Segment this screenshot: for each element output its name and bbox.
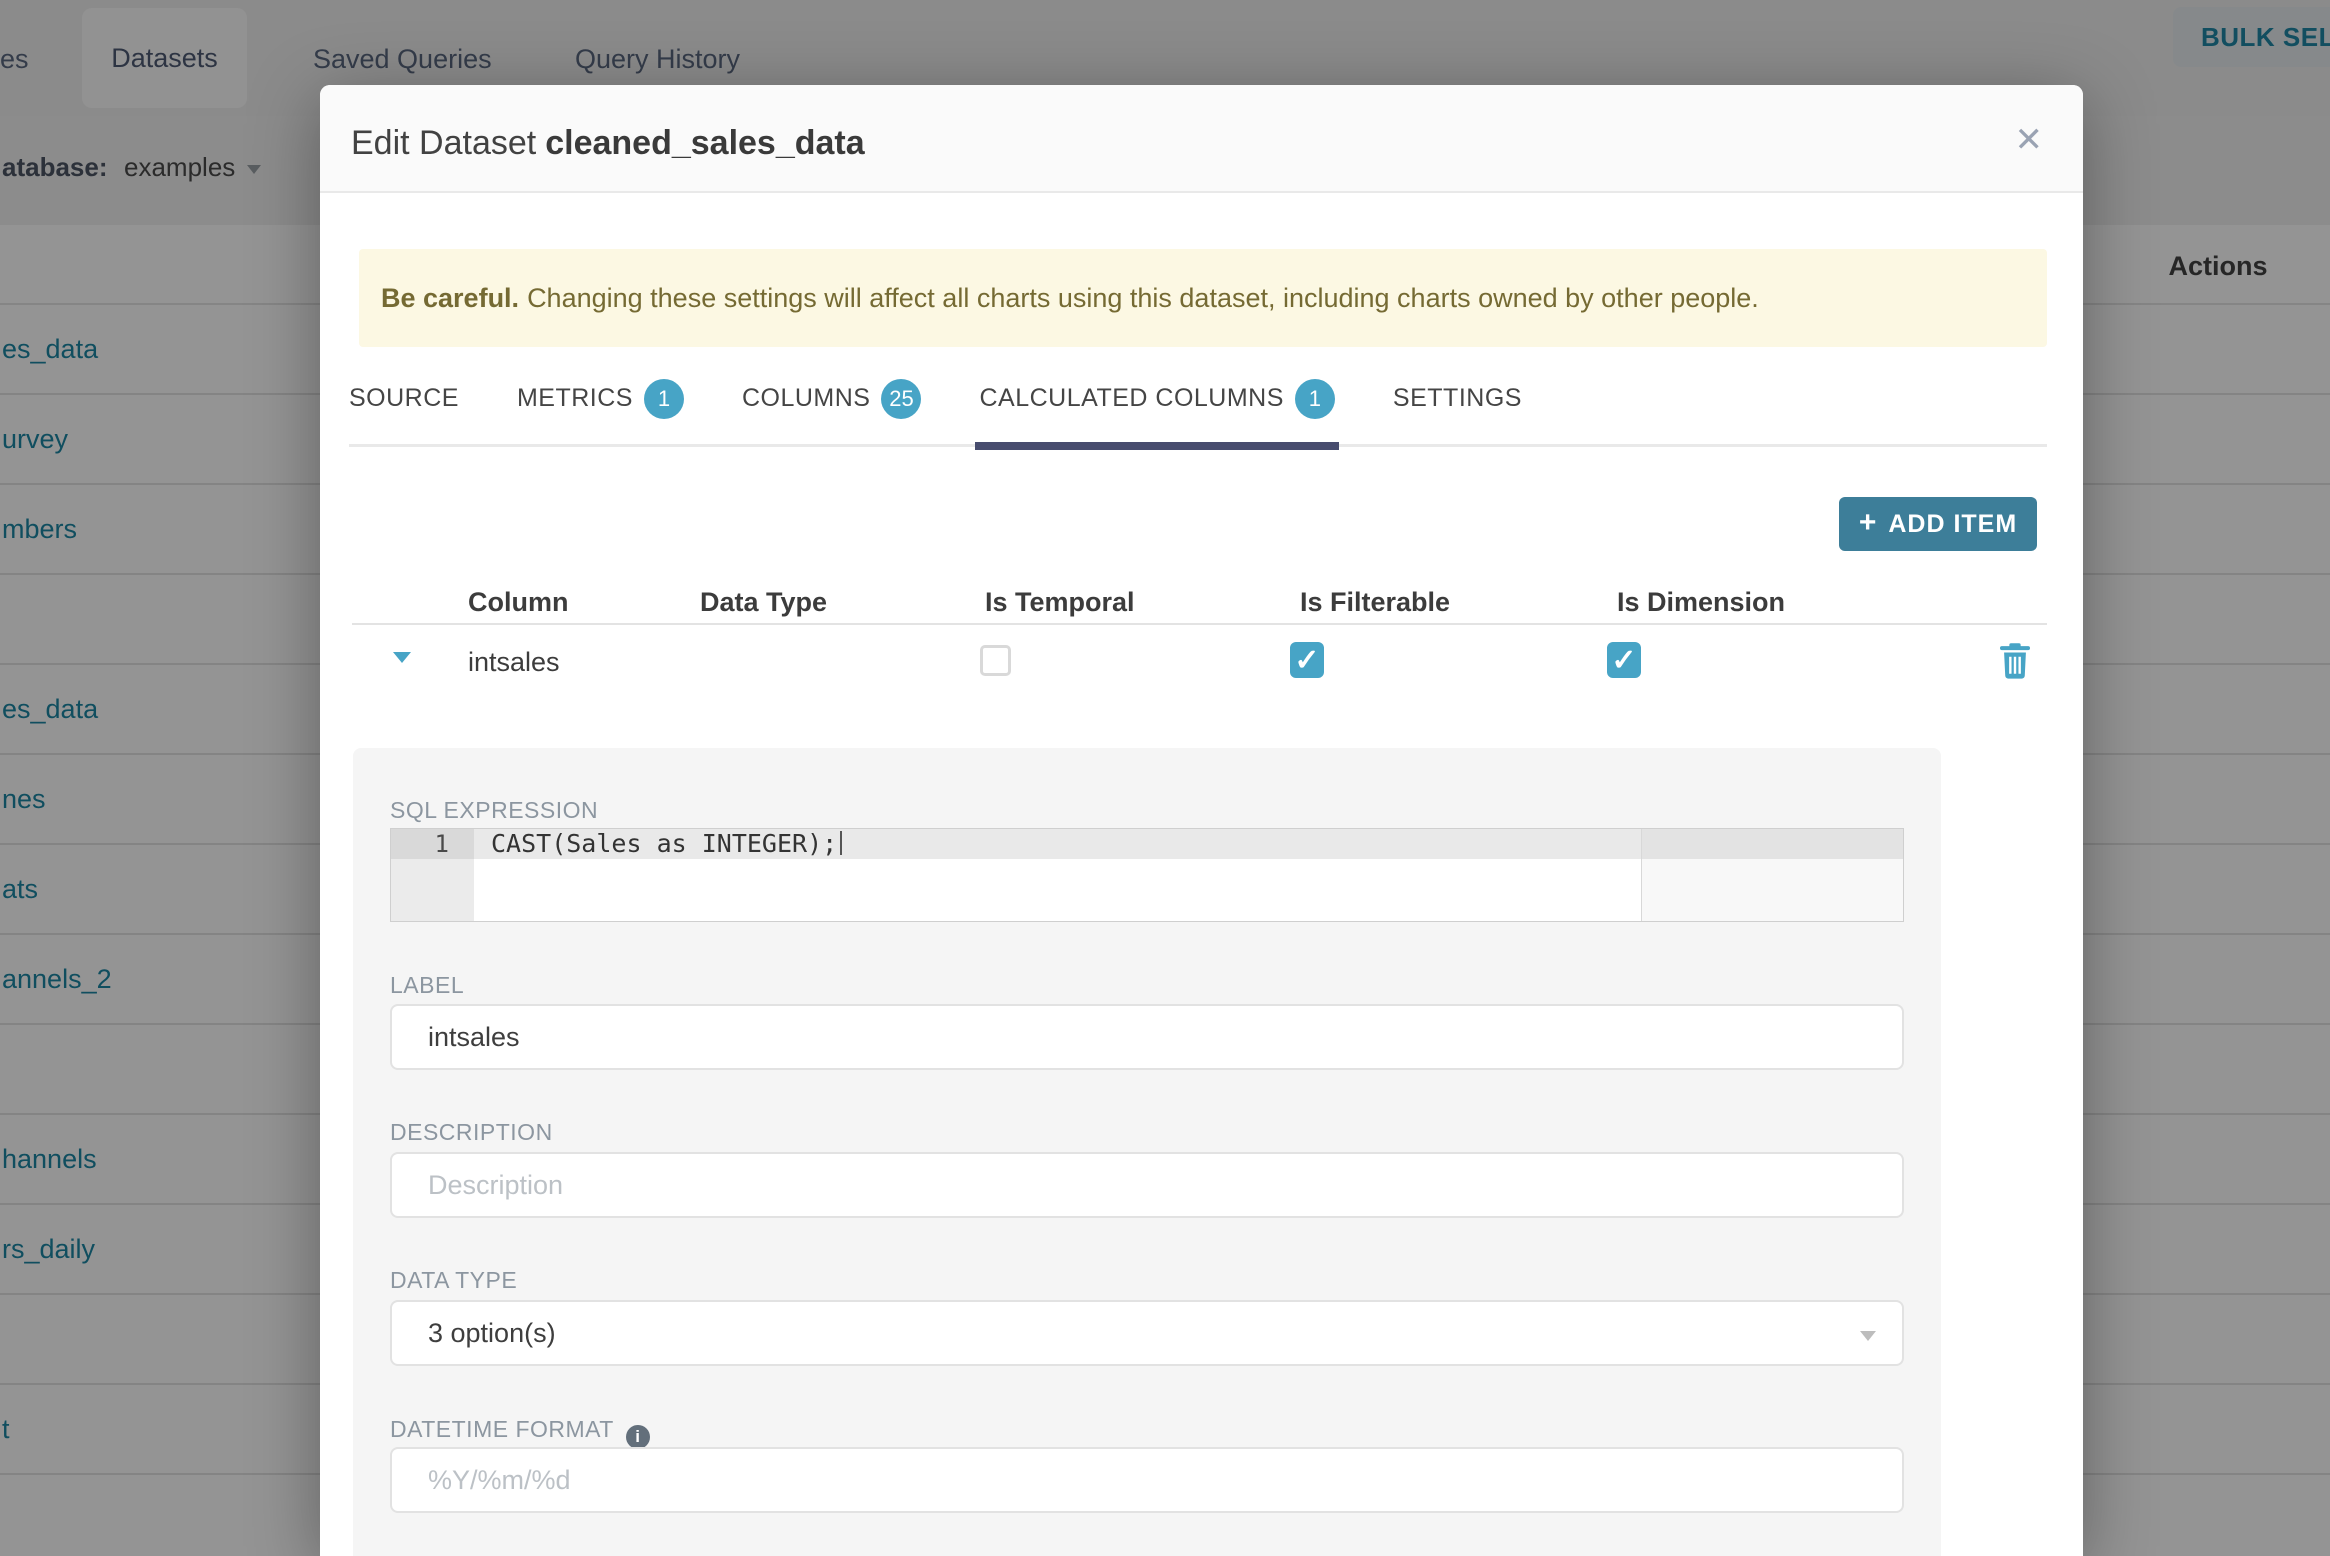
calculated-column-detail-panel: SQL EXPRESSION 1 CAST(Sales as INTEGER);… bbox=[353, 748, 1941, 1556]
col-header-data-type: Data Type bbox=[700, 587, 828, 617]
sql-editor-code[interactable]: CAST(Sales as INTEGER); bbox=[491, 829, 843, 859]
col-header-is-filterable: Is Filterable bbox=[1300, 587, 1451, 617]
add-item-label: ADD ITEM bbox=[1888, 509, 2018, 538]
cb-filterable[interactable]: ✓ bbox=[1290, 642, 1324, 678]
label-field-label: LABEL bbox=[390, 972, 465, 998]
cb-temporal[interactable] bbox=[980, 645, 1011, 676]
text-cursor bbox=[840, 831, 843, 855]
label-input[interactable] bbox=[390, 1004, 1904, 1070]
description-input[interactable] bbox=[390, 1152, 1904, 1218]
table-header-divider bbox=[352, 623, 2047, 625]
tab-metrics-badge: 1 bbox=[643, 378, 684, 419]
screen: es Datasets Saved Queries Query History … bbox=[0, 0, 2330, 1556]
edit-dataset-modal: Edit Dataset cleaned_sales_data ✕ Be care… bbox=[320, 85, 2083, 1556]
close-icon[interactable]: ✕ bbox=[2015, 123, 2044, 157]
sql-editor-print-margin bbox=[1641, 829, 1642, 921]
tab-metrics[interactable]: METRICS 1 bbox=[517, 353, 684, 444]
tab-calculated-columns[interactable]: CALCULATED COLUMNS 1 bbox=[975, 353, 1340, 450]
row-column-name: intsales bbox=[468, 647, 560, 677]
tab-source[interactable]: SOURCE bbox=[349, 353, 459, 444]
plus-icon: + bbox=[1858, 505, 1877, 539]
cb-dimension[interactable]: ✓ bbox=[1607, 642, 1641, 678]
sql-expression-label: SQL EXPRESSION bbox=[390, 797, 599, 823]
modal-title-dataset-name: cleaned_sales_data bbox=[545, 124, 865, 162]
data-type-select[interactable]: 3 option(s) bbox=[390, 1300, 1904, 1366]
add-item-button[interactable]: + ADD ITEM bbox=[1839, 497, 2037, 551]
modal-title: Edit Dataset cleaned_sales_data bbox=[351, 124, 865, 163]
tab-settings[interactable]: SETTINGS bbox=[1393, 353, 1522, 444]
sql-editor-line-number: 1 bbox=[391, 829, 474, 859]
datetime-format-field-label: DATETIME FORMAT i bbox=[390, 1416, 650, 1449]
tab-columns[interactable]: COLUMNS 25 bbox=[742, 353, 922, 444]
trash-icon[interactable] bbox=[1998, 641, 2032, 681]
sql-editor[interactable]: 1 CAST(Sales as INTEGER); bbox=[390, 828, 1904, 922]
data-type-field-label: DATA TYPE bbox=[390, 1267, 518, 1293]
col-header-column: Column bbox=[468, 587, 569, 617]
col-header-is-dimension: Is Dimension bbox=[1617, 587, 1786, 617]
modal-title-prefix: Edit Dataset bbox=[351, 124, 537, 162]
description-field-label: DESCRIPTION bbox=[390, 1119, 553, 1145]
collapse-caret-icon[interactable] bbox=[393, 652, 411, 663]
datetime-format-input[interactable] bbox=[390, 1447, 1904, 1513]
select-caret-icon bbox=[1860, 1331, 1876, 1341]
warning-bold: Be careful. bbox=[381, 282, 520, 313]
tab-columns-badge: 25 bbox=[881, 378, 922, 419]
warning-banner: Be careful. Changing these settings will … bbox=[359, 249, 2047, 347]
info-icon[interactable]: i bbox=[625, 1425, 650, 1449]
modal-tabs: SOURCE METRICS 1 COLUMNS 25 CALCULATED C… bbox=[349, 347, 2047, 450]
tab-calculated-columns-badge: 1 bbox=[1294, 378, 1335, 419]
col-header-is-temporal: Is Temporal bbox=[985, 587, 1135, 617]
warning-text: Changing these settings will affect all … bbox=[527, 282, 1759, 313]
data-type-selected-value: 3 option(s) bbox=[428, 1317, 556, 1348]
